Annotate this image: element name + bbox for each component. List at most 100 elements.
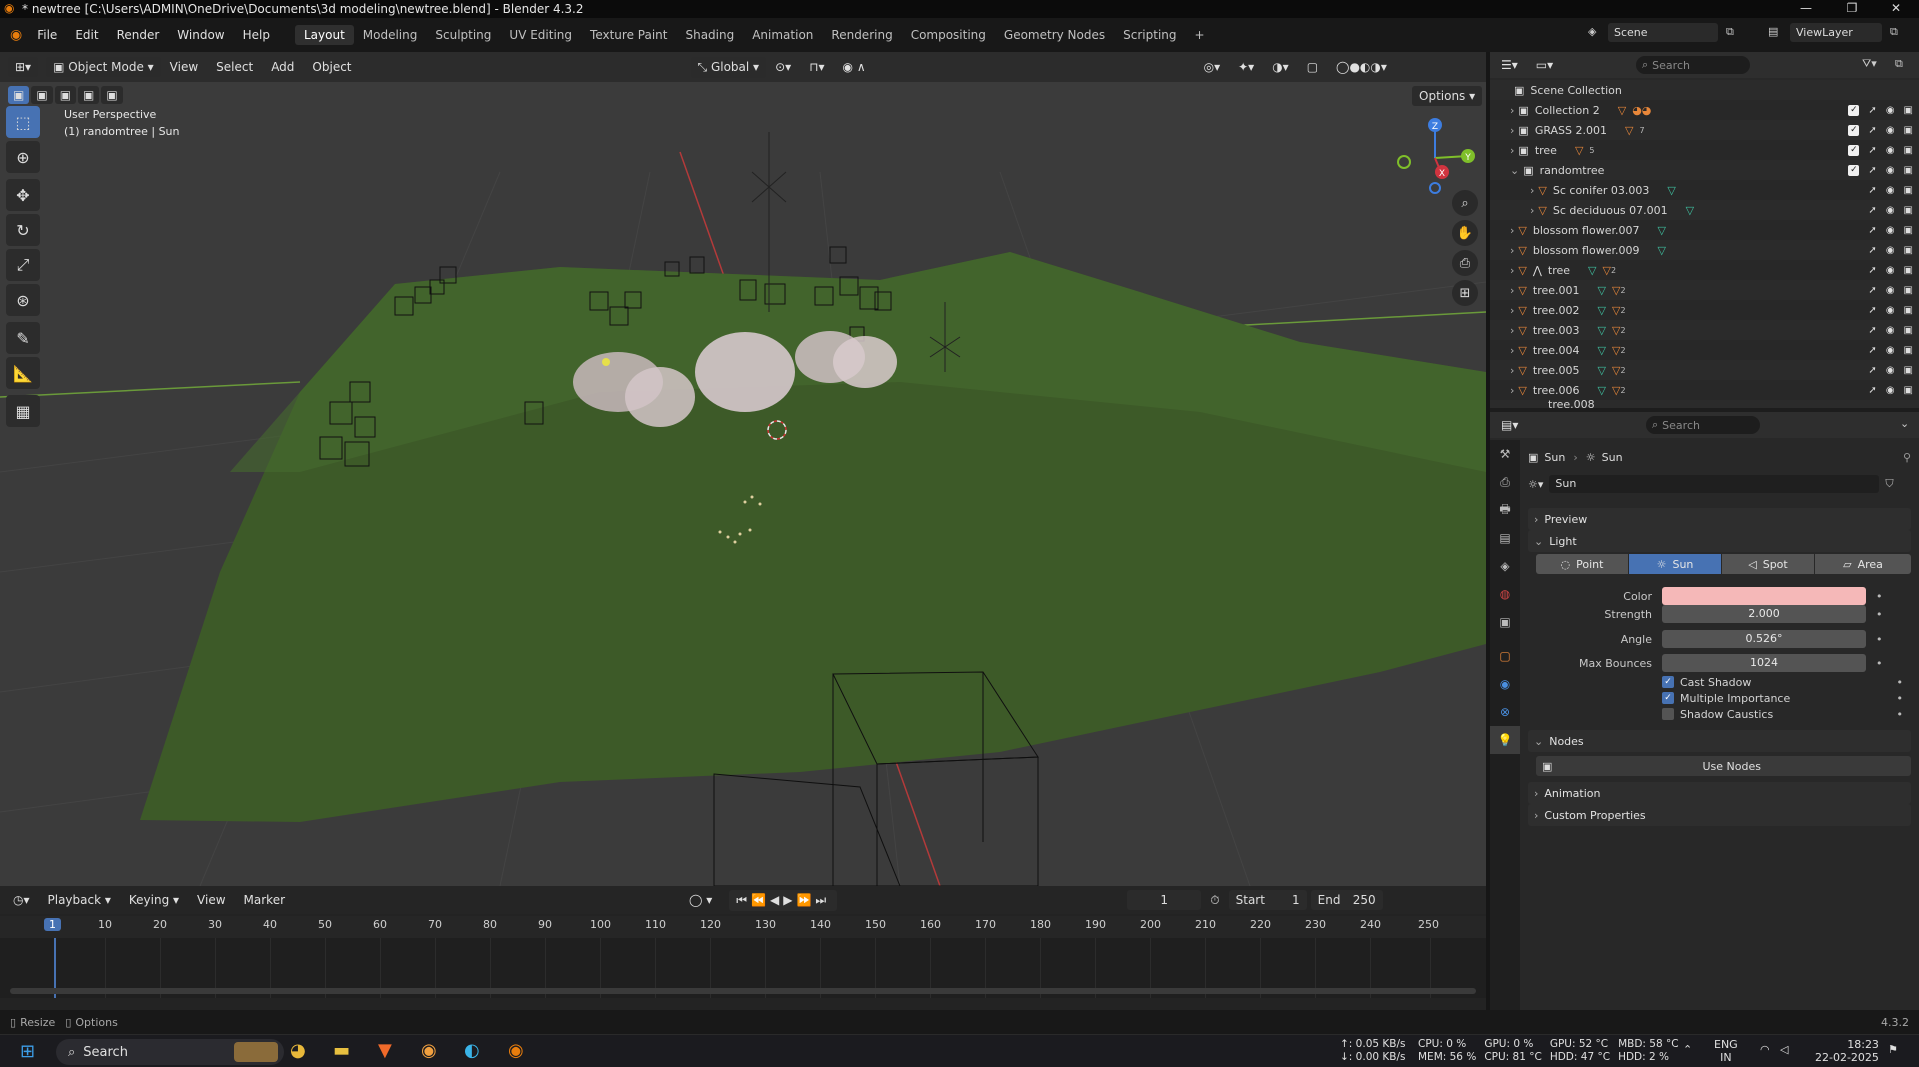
add-cube-icon[interactable]: ▦: [6, 395, 40, 427]
select-arrow-icon[interactable]: ➚: [1868, 325, 1876, 336]
menu-window[interactable]: Window: [168, 28, 233, 42]
eye-icon[interactable]: ◉: [1886, 245, 1895, 256]
select-arrow-icon[interactable]: ➚: [1868, 285, 1876, 296]
select-invert-icon[interactable]: ▣: [78, 86, 100, 104]
camera-view-icon[interactable]: ⎙: [1452, 250, 1478, 276]
object-mode-dropdown[interactable]: ▣ Object Mode ▾: [46, 57, 161, 77]
pivot-point-icon[interactable]: ⊙▾: [766, 60, 800, 74]
camera-icon[interactable]: ▣: [1904, 285, 1913, 296]
tab-geometry-nodes[interactable]: Geometry Nodes: [995, 25, 1114, 45]
select-arrow-icon[interactable]: ➚: [1868, 105, 1876, 116]
eye-icon[interactable]: ◉: [1886, 285, 1895, 296]
end-frame-field[interactable]: End 250: [1310, 890, 1383, 910]
playback-controls[interactable]: ⏮⏪◀▶⏩⏭: [729, 889, 838, 911]
select-arrow-icon[interactable]: ➚: [1868, 165, 1876, 176]
outliner-row[interactable]: › ▽ tree.003 ▽ ▽ 2 ➚ ◉ ▣: [1490, 320, 1919, 340]
row-toggles[interactable]: ➚ ◉ ▣: [1868, 305, 1913, 316]
outliner-row[interactable]: tree.008: [1490, 400, 1919, 408]
eye-icon[interactable]: ◉: [1886, 305, 1895, 316]
notification-icon[interactable]: ⚑: [1888, 1043, 1898, 1056]
exclude-checkbox[interactable]: ✓: [1848, 104, 1860, 116]
outliner[interactable]: ☰▾ ▭▾ ⌕ Search ⛛▾ ⧉ ▣ Scene Collection ›…: [1490, 52, 1919, 408]
eye-icon[interactable]: ◉: [1886, 205, 1895, 216]
ortho-grid-icon[interactable]: ⊞: [1452, 280, 1478, 306]
preview-range-icon[interactable]: ⏱: [1201, 893, 1228, 908]
row-toggles[interactable]: ➚ ◉ ▣: [1868, 365, 1913, 376]
rotate-icon[interactable]: ↻: [6, 214, 40, 246]
scene-collection-row[interactable]: ▣ Scene Collection: [1490, 80, 1919, 100]
row-toggles[interactable]: ➚ ◉ ▣: [1868, 325, 1913, 336]
object-tab-icon[interactable]: ▢: [1490, 642, 1520, 670]
sun-lamp-marker[interactable]: [602, 358, 610, 366]
chrome-icon[interactable]: ◕: [290, 1040, 306, 1061]
row-toggles[interactable]: ➚ ◉ ▣: [1868, 285, 1913, 296]
camera-icon[interactable]: ▣: [1904, 305, 1913, 316]
chevron-right-icon[interactable]: ›: [1510, 264, 1514, 277]
outliner-row[interactable]: › ▣ tree ▽ 5 ✓ ➚ ◉ ▣: [1490, 140, 1919, 160]
light-type-spot[interactable]: ◁ Spot: [1722, 554, 1814, 574]
new-view-layer-icon[interactable]: ⧉: [1890, 25, 1898, 39]
outliner-row[interactable]: › ▽ Sc conifer 03.003 ▽ ➚ ◉ ▣: [1490, 180, 1919, 200]
new-collection-icon[interactable]: ⧉: [1895, 57, 1903, 71]
viewport-menu-add[interactable]: Add: [262, 60, 303, 74]
xray-icon[interactable]: ▢: [1298, 60, 1327, 74]
outliner-row[interactable]: › ▽ tree.001 ▽ ▽ 2 ➚ ◉ ▣: [1490, 280, 1919, 300]
outliner-row[interactable]: › ▽ blossom flower.009 ▽ ➚ ◉ ▣: [1490, 240, 1919, 260]
file-explorer-icon[interactable]: ▬: [333, 1040, 350, 1061]
animation-panel-header[interactable]: › Animation: [1528, 782, 1911, 804]
start-frame-field[interactable]: Start 1: [1228, 890, 1307, 910]
chevron-right-icon[interactable]: ›: [1510, 324, 1514, 337]
blender-taskbar-icon[interactable]: ◉: [508, 1040, 524, 1061]
minimize-icon[interactable]: —: [1783, 0, 1829, 18]
chevron-right-icon[interactable]: ›: [1510, 304, 1514, 317]
chevron-right-icon[interactable]: ›: [1510, 384, 1514, 397]
row-toggles[interactable]: ✓ ➚ ◉ ▣: [1848, 124, 1913, 136]
wifi-icon[interactable]: ◠: [1760, 1043, 1770, 1056]
scene-tab-icon[interactable]: ◈: [1490, 552, 1520, 580]
tab-animation[interactable]: Animation: [743, 25, 822, 45]
frame-ruler[interactable]: 1 10 20 30 40 50 60 70 80 90 100 110 120…: [0, 916, 1486, 938]
select-arrow-icon[interactable]: ➚: [1868, 345, 1876, 356]
select-arrow-icon[interactable]: ➚: [1868, 305, 1876, 316]
timeline-menu-keying[interactable]: Keying ▾: [120, 893, 188, 907]
physics-tab-icon[interactable]: ◉: [1490, 670, 1520, 698]
transform-icon[interactable]: ⊛: [6, 284, 40, 316]
view-layer-icon[interactable]: ▤: [1768, 25, 1778, 38]
camera-icon[interactable]: ▣: [1904, 145, 1913, 156]
outliner-row[interactable]: › ▣ Collection 2 ▽ ◕◕ ✓ ➚ ◉ ▣: [1490, 100, 1919, 120]
outliner-row[interactable]: ⌄ ▣ randomtree ✓ ➚ ◉ ▣: [1490, 160, 1919, 180]
light-type-point[interactable]: ◌ Point: [1536, 554, 1628, 574]
zoom-icon[interactable]: ⌕: [1452, 190, 1478, 216]
eye-icon[interactable]: ◉: [1886, 105, 1895, 116]
camera-icon[interactable]: ▣: [1904, 165, 1913, 176]
tab-uv-editing[interactable]: UV Editing: [500, 25, 581, 45]
camera-icon[interactable]: ▣: [1904, 245, 1913, 256]
select-arrow-icon[interactable]: ➚: [1868, 145, 1876, 156]
use-nodes-button[interactable]: ▣ Use Nodes: [1536, 756, 1911, 776]
scene-canvas[interactable]: [0, 52, 1486, 886]
pin-icon[interactable]: ⚲: [1903, 451, 1911, 464]
row-toggles[interactable]: ➚ ◉ ▣: [1868, 345, 1913, 356]
scene-name-field[interactable]: Scene: [1608, 23, 1718, 42]
3d-viewport[interactable]: ⊞▾ ▣ Object Mode ▾ View Select Add Objec…: [0, 52, 1486, 886]
transform-orientation-dropdown[interactable]: ⤡ Global ▾: [690, 56, 767, 78]
eye-icon[interactable]: ◉: [1886, 385, 1895, 396]
tool-tab-icon[interactable]: ⚒: [1490, 440, 1520, 468]
chevron-right-icon[interactable]: ›: [1530, 184, 1534, 197]
outliner-row[interactable]: › ▽ tree.004 ▽ ▽ 2 ➚ ◉ ▣: [1490, 340, 1919, 360]
properties-search[interactable]: ⌕ Search: [1646, 416, 1760, 434]
tab-scripting[interactable]: Scripting: [1114, 25, 1185, 45]
current-frame-indicator[interactable]: 1: [44, 918, 61, 931]
camera-icon[interactable]: ▣: [1904, 225, 1913, 236]
datablock-name-field[interactable]: Sun: [1549, 475, 1880, 493]
outliner-row[interactable]: › ▽ ⋀ tree ▽ ▽ 2 ➚ ◉ ▣: [1490, 260, 1919, 280]
view-layer-tab-icon[interactable]: ▤: [1490, 524, 1520, 552]
chevron-right-icon[interactable]: ›: [1530, 204, 1534, 217]
menu-render[interactable]: Render: [108, 28, 169, 42]
cast-shadow-checkbox[interactable]: ✓: [1662, 676, 1674, 688]
maximize-icon[interactable]: ❐: [1829, 0, 1875, 18]
tab-sculpting[interactable]: Sculpting: [426, 25, 500, 45]
timeline-menu-view[interactable]: View: [188, 893, 234, 907]
tab-texture-paint[interactable]: Texture Paint: [581, 25, 676, 45]
camera-icon[interactable]: ▣: [1904, 185, 1913, 196]
